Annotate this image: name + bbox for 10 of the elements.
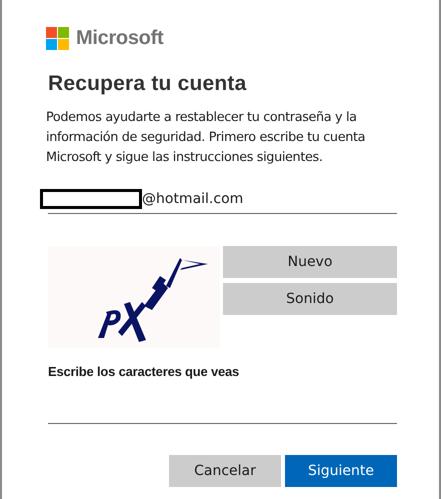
captcha-label: Escribe los caracteres que veas	[48, 364, 240, 379]
brand-name: Microsoft	[76, 27, 164, 50]
logo-icon	[46, 27, 69, 50]
page-title: Recupera tu cuenta	[48, 72, 248, 96]
description: Podemos ayudarte a restablecer tu contraseña y la información de seguridad. Primero escribe tu cuenta Microsoft y sigue las instrucciones siguientes.	[46, 109, 366, 167]
captcha-button[interactable]: Sonido	[223, 283, 397, 315]
cancel-button[interactable]: Cancelar	[169, 455, 281, 487]
captcha-button[interactable]: Nuevo	[223, 246, 397, 278]
next-button[interactable]: Siguiente	[285, 455, 397, 487]
email-field[interactable]: @hotmail.com	[142, 188, 397, 210]
